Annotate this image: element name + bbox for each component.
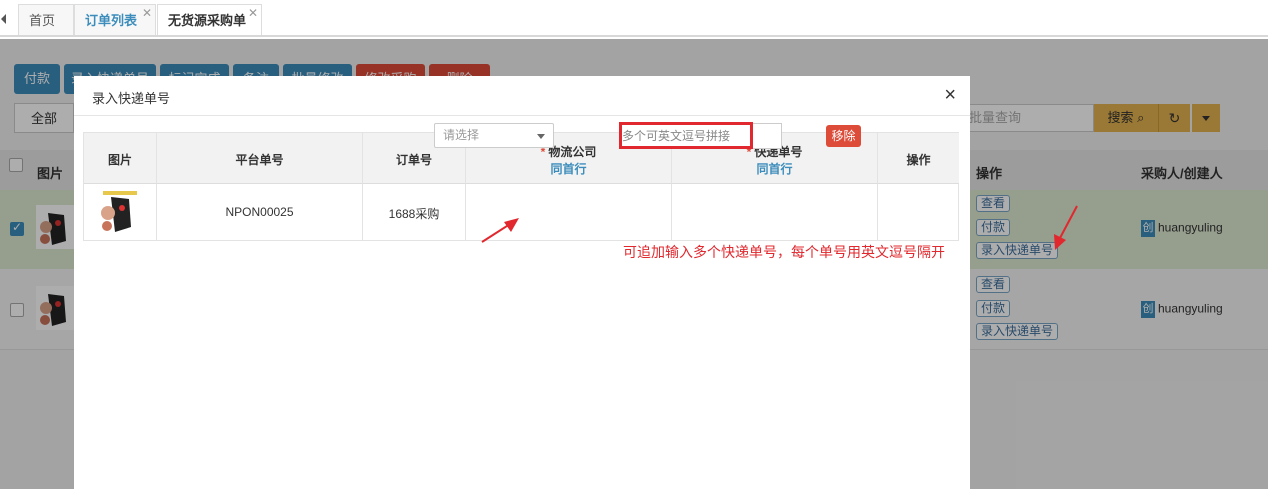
arrow-to-select	[481, 218, 519, 243]
arrow-to-tracking-link	[1054, 205, 1078, 250]
annotation-arrows	[481, 205, 1078, 250]
